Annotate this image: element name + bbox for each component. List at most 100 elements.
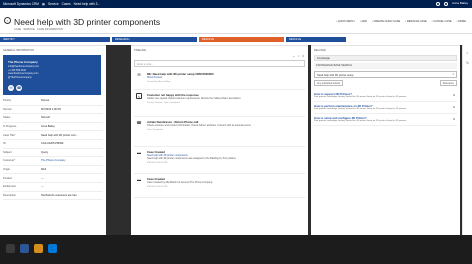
os-taskbar <box>0 235 472 264</box>
field-value: 8/7/2019 1:00 PM <box>41 107 62 111</box>
folder-icon[interactable] <box>34 244 43 253</box>
field-entitlement[interactable]: Entitlement --- <box>3 183 103 192</box>
add-button[interactable]: ADD <box>360 20 366 23</box>
note-icon: ✎ <box>136 93 142 99</box>
back-button[interactable]: ‹ <box>4 17 11 24</box>
timeline-header: TIMELINE <box>134 49 146 52</box>
timeline-item[interactable]: ▬ Case Created Case Created by Alla Mart… <box>134 174 305 198</box>
note-input[interactable]: Enter a note... <box>134 60 305 67</box>
pin-icon[interactable]: ⌕ <box>463 51 472 55</box>
field-owner[interactable]: In Progress Anna Bailey <box>3 123 103 132</box>
grid-icon[interactable]: ▦ <box>42 2 45 6</box>
item-text: Gollies one special critical customer re… <box>147 97 242 100</box>
close-icon[interactable]: × <box>452 73 454 76</box>
field-value: --- <box>41 185 44 189</box>
phone-icon[interactable]: ☎ <box>16 85 22 91</box>
related-panel: RELATED Knowledge KNOWLEDGE BASE SEARCH … <box>311 45 460 235</box>
field-value: Need help with 3D printer com... <box>41 133 79 137</box>
record-header: ‹ Need help with 3D printer components C… <box>0 8 472 33</box>
link-icon[interactable]: ⧉ <box>453 105 455 109</box>
field-label: Normal <box>3 107 12 111</box>
nav-service[interactable]: Service <box>48 2 59 6</box>
kb-filter-row: Any published articles Relevance <box>314 80 457 86</box>
timeline-panel: TIMELINE + ▿ ≡ Enter a note... ✉ RE: Nee… <box>131 45 308 235</box>
field-case-title[interactable]: Case Title* Need help with 3D printer com… <box>3 131 103 140</box>
field-value: Web <box>41 168 47 172</box>
resolve-case-button[interactable]: RESOLVE CASE <box>405 20 427 23</box>
quick-reply-button[interactable]: QUICK REPLY <box>336 20 355 23</box>
kb-article[interactable]: How to setup and configure 3D Printer? F… <box>314 116 457 126</box>
start-icon[interactable] <box>6 244 15 253</box>
field-value: CAS-01205-P8N9K <box>41 142 64 146</box>
nav-cases[interactable]: Cases <box>62 2 71 6</box>
refresh-icon[interactable]: ↻ <box>463 61 472 65</box>
phone-icon: ☎ <box>136 120 142 125</box>
create-child-case-button[interactable]: CREATE CHILD CASE <box>372 20 401 23</box>
item-meta: Created by: Anna Bailey <box>147 80 171 83</box>
timeline-item[interactable]: ✎ Customer not happy with the response G… <box>134 90 305 117</box>
app-name[interactable]: Microsoft Dynamics CRM <box>3 2 39 6</box>
help-icon[interactable] <box>443 2 448 6</box>
post-icon: ▬ <box>137 150 141 155</box>
kb-search-input[interactable]: Need help with 3D printer setup × <box>314 71 457 78</box>
kb-article[interactable]: How to support 3D Printers? Find product… <box>314 92 457 102</box>
field-value: Query <box>41 150 49 154</box>
link-icon[interactable]: ⧉ <box>453 117 455 121</box>
kb-sort-select[interactable]: Relevance <box>439 80 457 86</box>
stage-research[interactable]: RESEARCH <box>112 37 197 42</box>
kb-article[interactable]: How to perform maintenance on 3D Printer… <box>314 104 457 114</box>
field-subject[interactable]: Subject Query <box>3 149 103 158</box>
field-value: Northwind's customers are hav... <box>41 193 79 197</box>
more-icon[interactable]: ≡ <box>302 54 304 58</box>
cancel-case-button[interactable]: CANCEL CASE <box>432 20 451 23</box>
timeline-item[interactable]: ☎ Adrian Dumitrascu - Return Phone call … <box>134 117 305 147</box>
edge-icon[interactable] <box>20 244 29 253</box>
user-name[interactable]: Anna Bailey <box>452 1 468 5</box>
field-status[interactable]: Status Normal* <box>3 114 103 123</box>
item-link[interactable]: Show Preview <box>147 76 305 79</box>
field-priority[interactable]: Priority Normal <box>3 97 103 106</box>
field-due-date[interactable]: Normal 8/7/2019 1:00 PM <box>3 106 103 115</box>
field-label: Product <box>3 176 12 180</box>
field-origin[interactable]: Origin Web <box>3 166 103 175</box>
add-icon[interactable]: + <box>293 54 295 58</box>
stage-resolve-active[interactable]: RESOLVE <box>199 37 284 42</box>
top-nav-bar: Microsoft Dynamics CRM ▦ Service Cases N… <box>0 0 472 8</box>
email-icon[interactable]: ✉ <box>8 85 14 91</box>
settings-icon[interactable] <box>435 2 440 6</box>
field-label: ID <box>3 142 6 146</box>
link-icon[interactable]: ⧉ <box>453 93 455 97</box>
field-label: Description <box>3 193 16 197</box>
right-rail: ⌕ ↻ <box>462 45 472 235</box>
timeline-toolbar: + ▿ ≡ <box>131 54 308 58</box>
related-selector[interactable]: Knowledge <box>314 55 457 61</box>
field-label: Case Title* <box>3 133 16 137</box>
field-customer[interactable]: Customer* The Phone Company <box>3 157 103 166</box>
more-button[interactable]: MORE <box>457 20 466 23</box>
field-case-id[interactable]: ID CAS-01205-P8N9K <box>3 140 103 149</box>
field-description[interactable]: Description Northwind's customers are hav… <box>3 192 103 201</box>
kb-filter-select[interactable]: Any published articles <box>314 80 344 86</box>
customer-card[interactable]: The Phone Company info@thephonecompany.c… <box>3 55 101 95</box>
nav-case-tab[interactable]: Need help with 3... <box>74 2 100 6</box>
item-text: Case Created by Alla Martin for Account … <box>147 181 213 184</box>
kb-search-value: Need help with 3D printer setup <box>317 73 354 77</box>
item-meta: 8/6/2019 4:44:44 PM <box>147 185 168 188</box>
field-value: Normal <box>41 99 50 103</box>
outlook-icon[interactable] <box>48 244 57 253</box>
process-bar: IDENTIFY RESEARCH RESOLVE RESOLVE <box>0 33 472 45</box>
filter-icon[interactable]: ▿ <box>298 54 300 58</box>
item-text: Need help with 3D printer components was… <box>147 157 236 160</box>
field-label: Priority <box>3 99 12 103</box>
customer-owner: @ThePhoneCompany <box>8 75 32 79</box>
kb-search-title: KNOWLEDGE BASE SEARCH <box>314 63 457 69</box>
timeline-item[interactable]: ✉ RE: Need help with 3D printer setup CR… <box>134 69 305 90</box>
field-product[interactable]: Product --- <box>3 174 103 183</box>
field-value[interactable]: The Phone Company <box>41 159 66 162</box>
field-label: Entitlement <box>3 185 16 189</box>
customer-name: The Phone Company <box>8 60 38 64</box>
stage-identify[interactable]: IDENTIFY <box>0 37 110 42</box>
timeline-item[interactable]: ▬ Case Created Need help with 3D printer… <box>134 147 305 174</box>
field-value: Normal* <box>41 116 51 120</box>
stage-resolve[interactable]: RESOLVE <box>286 37 346 42</box>
